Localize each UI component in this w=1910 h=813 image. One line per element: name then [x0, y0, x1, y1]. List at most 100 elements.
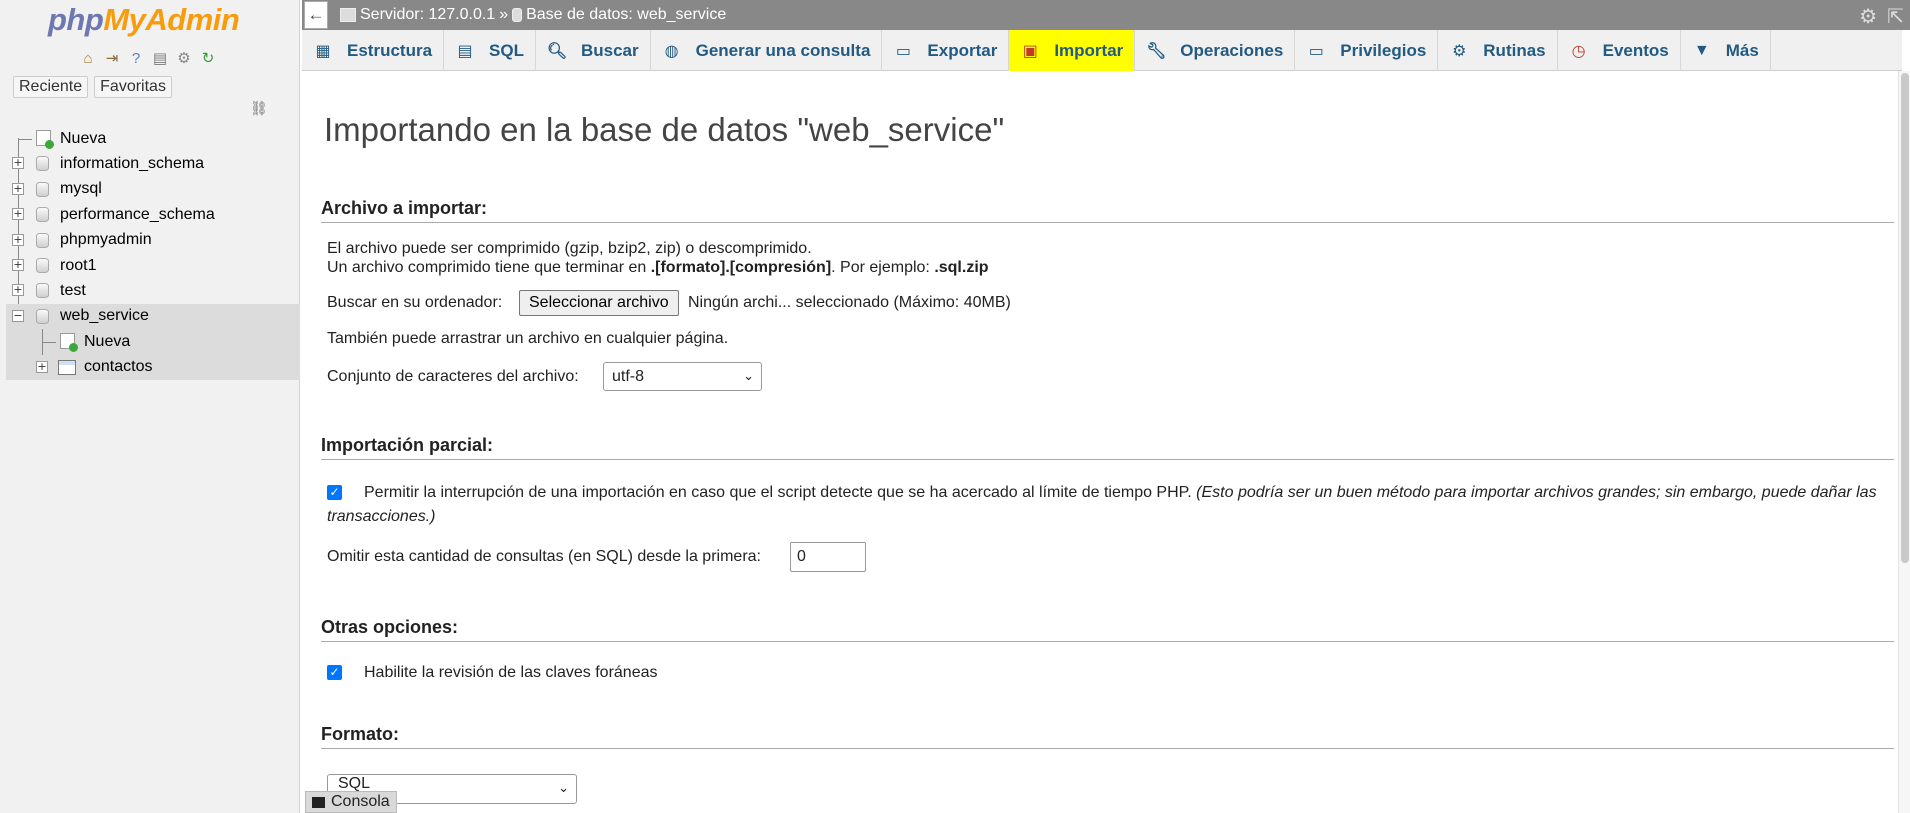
privileges-icon: ▭	[1308, 42, 1324, 60]
charset-select[interactable]: utf-8 ⌄	[603, 362, 762, 391]
tab-exportar[interactable]: ▭ Exportar	[882, 30, 1010, 71]
routines-icon: ⚙	[1452, 42, 1467, 60]
tree-item-information-schema[interactable]: + information_schema	[6, 151, 300, 176]
quick-links: ⌂ ⇥ ? ▤ ⚙ ↻	[78, 48, 218, 68]
clock-icon: ◷	[1571, 42, 1586, 60]
skip-queries-label: Omitir esta cantidad de consultas (en SQ…	[327, 548, 761, 565]
wrench-icon: 🔧︎	[1146, 42, 1167, 60]
expand-icon[interactable]: +	[12, 208, 24, 221]
console-icon	[312, 796, 325, 808]
breadcrumb: Servidor: 127.0.0.1 » Base de datos: web…	[340, 6, 726, 24]
help-icon[interactable]: ?	[126, 48, 146, 68]
tree-item-web-service[interactable]: − web_service	[6, 303, 300, 330]
database-icon	[36, 257, 49, 273]
collapse-nav-button[interactable]: ←	[304, 1, 328, 29]
chevron-down-icon: ⌄	[558, 780, 569, 795]
expand-icon[interactable]: +	[12, 258, 24, 271]
tab-operaciones[interactable]: 🔧︎ Operaciones	[1135, 30, 1296, 71]
expand-icon[interactable]: +	[36, 360, 48, 373]
section-other-heading: Otras opciones:	[321, 617, 1894, 642]
tree-item-performance-schema[interactable]: + performance_schema	[6, 202, 300, 227]
max-size: (Máximo: 40MB)	[893, 294, 1011, 311]
database-tree: Nueva + information_schema + mysql + per…	[6, 126, 300, 380]
recent-favorites-tabs: Reciente Favoritas	[13, 76, 172, 98]
database-tabs: ▦ Estructura ▤ SQL 🔍︎ Buscar ◍ Generar una c…	[302, 30, 1902, 71]
choose-file-button[interactable]: Seleccionar archivo	[519, 290, 679, 316]
file-extension-info: Un archivo comprimido tiene que terminar…	[327, 259, 989, 276]
logout-icon[interactable]: ⇥	[102, 48, 122, 68]
database-icon	[36, 232, 49, 248]
collapse-icon[interactable]: −	[12, 309, 24, 322]
tree-item-new-table[interactable]: Nueva	[6, 329, 300, 368]
database-icon	[36, 156, 49, 172]
navigation-panel: phpMyAdmin ⌂ ⇥ ? ▤ ⚙ ↻ Reciente Favorita…	[0, 0, 300, 813]
tree-item-mysql[interactable]: + mysql	[6, 177, 300, 202]
recent-button[interactable]: Reciente	[13, 76, 89, 98]
tab-buscar[interactable]: 🔍︎ Buscar	[536, 30, 651, 71]
allow-interrupt-label[interactable]: Permitir la interrupción de una importac…	[327, 481, 1887, 529]
minimize-icon[interactable]: ⇱	[1887, 4, 1904, 29]
tree-item-phpmyadmin[interactable]: + phpmyadmin	[6, 228, 300, 253]
main-content: Importando en la base de datos "web_serv…	[302, 71, 1900, 813]
file-selection-status: Ningún archi... seleccionado (Máximo: 40…	[688, 294, 1011, 311]
export-icon: ▭	[895, 42, 911, 60]
scrollbar-thumb[interactable]	[1901, 73, 1909, 563]
search-icon: 🔍︎	[546, 42, 568, 60]
section-partial-heading: Importación parcial:	[321, 435, 1894, 460]
settings-icon[interactable]: ⚙	[1859, 4, 1877, 29]
page-title: Importando en la base de datos "web_serv…	[324, 111, 1005, 148]
expand-icon[interactable]: +	[12, 233, 24, 246]
charset-label: Conjunto de caracteres del archivo:	[327, 368, 579, 385]
new-database-icon	[36, 130, 54, 149]
drag-hint: También puede arrastrar un archivo en cu…	[327, 330, 729, 347]
breadcrumb-separator: »	[499, 6, 509, 23]
docs-icon[interactable]: ▤	[150, 48, 170, 68]
file-compression-info: El archivo puede ser comprimido (gzip, b…	[327, 240, 812, 257]
foreign-key-checkbox[interactable]: ✓	[327, 665, 342, 680]
tab-privilegios[interactable]: ▭ Privilegios	[1295, 30, 1439, 71]
tab-sql[interactable]: ▤ SQL	[444, 30, 536, 71]
database-icon	[512, 8, 523, 22]
tree-item-test[interactable]: + test	[6, 278, 300, 303]
breadcrumb-database[interactable]: Base de datos: web_service	[526, 6, 726, 24]
tab-importar[interactable]: ▣ Importar	[1009, 30, 1136, 71]
section-file-heading: Archivo a importar:	[321, 198, 1894, 223]
browse-label: Buscar en su ordenador:	[327, 294, 503, 311]
breadcrumb-server[interactable]: Servidor: 127.0.0.1	[360, 6, 495, 24]
home-icon[interactable]: ⌂	[78, 48, 98, 68]
tree-item-root1[interactable]: + root1	[6, 253, 300, 278]
tree-item-new-database[interactable]: Nueva	[6, 126, 300, 151]
settings-icon[interactable]: ⚙	[174, 48, 194, 68]
database-icon	[36, 308, 49, 324]
new-table-icon	[60, 333, 78, 353]
database-icon	[36, 181, 49, 197]
tab-estructura[interactable]: ▦ Estructura	[302, 30, 445, 71]
database-icon	[36, 283, 49, 299]
table-icon	[58, 359, 76, 375]
chevron-down-icon: ⌄	[743, 368, 754, 383]
page-scrollbar[interactable]	[1898, 71, 1910, 813]
expand-icon[interactable]: +	[12, 157, 24, 170]
section-format-heading: Formato:	[321, 724, 1894, 749]
phpmyadmin-logo[interactable]: phpMyAdmin	[48, 2, 240, 38]
tab-eventos[interactable]: ◷ Eventos	[1558, 30, 1681, 71]
reload-icon[interactable]: ↻	[198, 48, 218, 68]
skip-queries-input[interactable]: 0	[790, 542, 866, 572]
breadcrumb-bar: ← Servidor: 127.0.0.1 » Base de datos: w…	[302, 0, 1910, 30]
server-icon	[340, 8, 356, 22]
caret-down-icon: ▼	[1693, 41, 1710, 59]
tab-rutinas[interactable]: ⚙ Rutinas	[1438, 30, 1558, 71]
tab-mas[interactable]: ▼ Más	[1681, 30, 1771, 71]
database-icon	[36, 207, 49, 223]
console-toggle[interactable]: Consola	[305, 791, 397, 813]
link-icon[interactable]: ⛓	[250, 100, 268, 117]
tab-generar-consulta[interactable]: ◍ Generar una consulta	[651, 30, 883, 71]
expand-icon[interactable]: +	[12, 284, 24, 297]
expand-icon[interactable]: +	[12, 182, 24, 195]
query-icon: ◍	[664, 42, 679, 60]
tree-item-contactos[interactable]: + contactos	[6, 354, 300, 380]
import-icon: ▣	[1022, 42, 1038, 60]
foreign-key-label[interactable]: Habilite la revisión de las claves forán…	[364, 661, 657, 685]
structure-icon: ▦	[315, 42, 331, 60]
favorites-button[interactable]: Favoritas	[94, 76, 172, 98]
